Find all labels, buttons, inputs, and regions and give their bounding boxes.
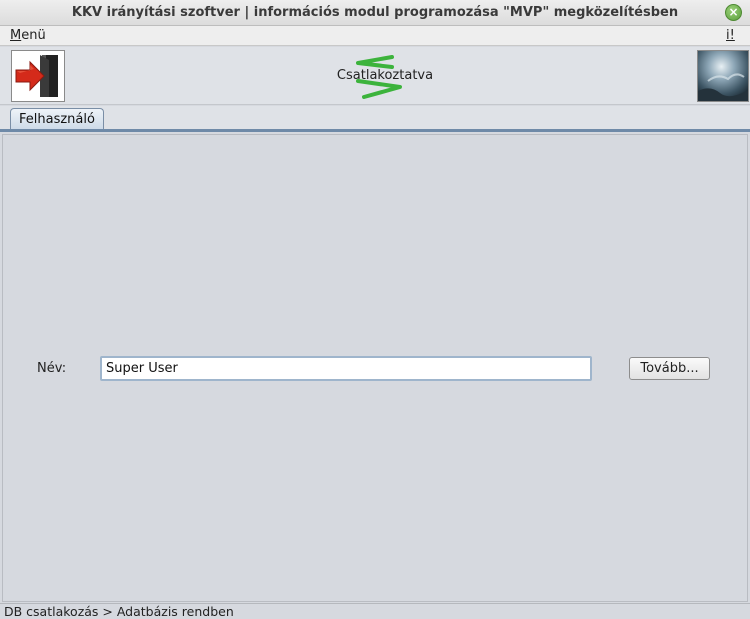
connection-status-label: Csatlakoztatva [336,68,434,83]
tab-underline [0,129,750,132]
name-input[interactable] [100,356,592,381]
menu-info[interactable]: i! [726,28,735,43]
exit-button[interactable] [11,50,65,102]
connection-status: Csatlakoztatva [330,51,440,101]
toolbar: Csatlakoztatva [0,47,750,105]
user-avatar-icon [698,51,748,101]
menu-main-mnemonic: M [10,28,22,43]
window-title: KKV irányítási szoftver | információs mo… [71,5,679,20]
close-icon[interactable]: × [725,4,742,21]
menu-main[interactable]: Menü [10,28,46,43]
exit-door-icon [15,55,58,97]
window-titlebar: KKV irányítási szoftver | információs mo… [0,0,750,26]
menu-main-rest: enü [21,28,46,43]
user-avatar-button[interactable] [697,50,749,102]
status-bar: DB csatlakozás > Adatbázis rendben [0,603,750,619]
next-button[interactable]: Tovább... [629,357,710,380]
status-bar-text: DB csatlakozás > Adatbázis rendben [4,604,234,619]
menubar: Menü i! [0,26,750,46]
name-label: Név: [37,361,67,376]
